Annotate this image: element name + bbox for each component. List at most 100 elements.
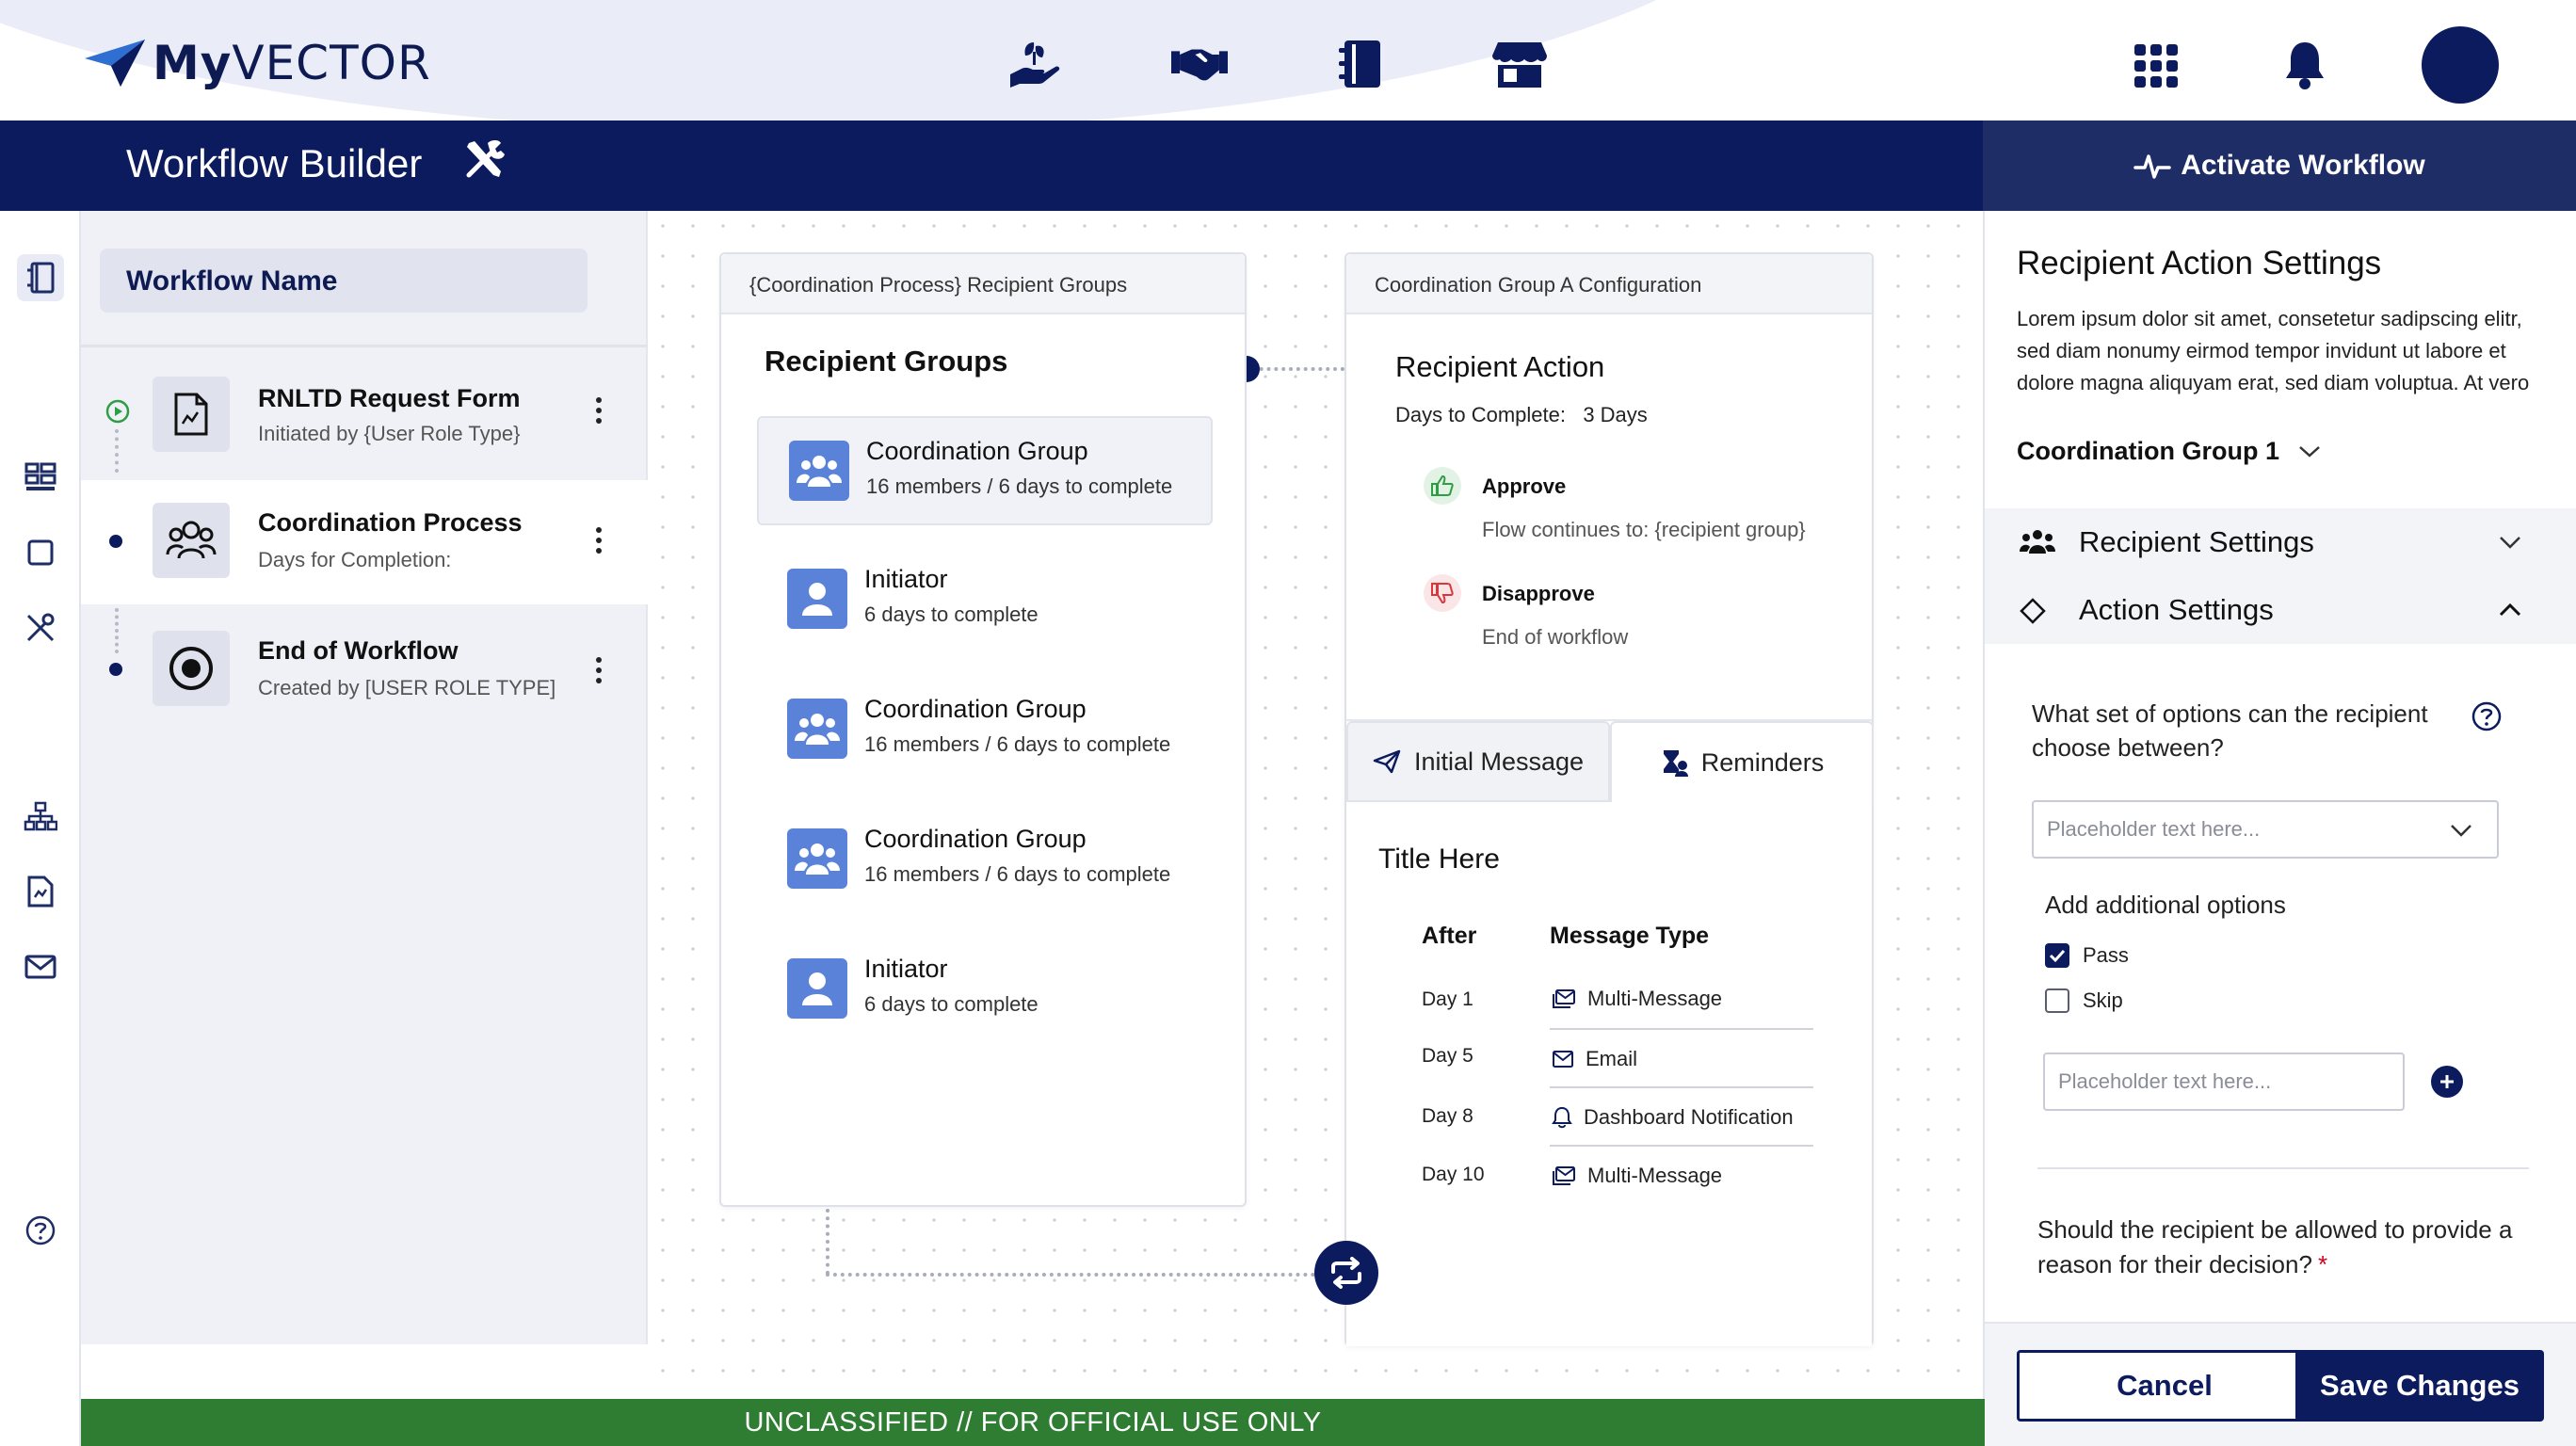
workflow-step-coordination-process[interactable]: Coordination Process Days for Completion… bbox=[81, 480, 648, 604]
input-placeholder: Placeholder text here... bbox=[2058, 1069, 2272, 1093]
accordion-action-settings[interactable]: Action Settings bbox=[1985, 576, 2576, 644]
connector-line bbox=[826, 1273, 1315, 1277]
column-header-after: After bbox=[1422, 923, 1477, 949]
group-icon bbox=[789, 441, 849, 501]
rail-frame-icon[interactable] bbox=[17, 529, 64, 576]
save-changes-button[interactable]: Save Changes bbox=[2295, 1350, 2544, 1422]
disapprove-subtitle: End of workflow bbox=[1482, 625, 1629, 649]
tab-initial-message[interactable]: Initial Message bbox=[1346, 721, 1610, 802]
rail-help-icon[interactable] bbox=[17, 1207, 64, 1254]
reminder-type: Dashboard Notification bbox=[1584, 1105, 1794, 1129]
cancel-button[interactable]: Cancel bbox=[2017, 1350, 2312, 1422]
recipient-group-item[interactable]: Initiator 6 days to complete bbox=[757, 936, 1213, 1045]
rail-document-icon[interactable] bbox=[17, 868, 64, 915]
rail-book-icon[interactable] bbox=[17, 254, 64, 301]
rail-mail-icon[interactable] bbox=[17, 943, 64, 990]
days-value: 3 Days bbox=[1583, 403, 1648, 426]
accordion-recipient-settings[interactable]: Recipient Settings bbox=[1985, 508, 2576, 576]
step-title: End of Workflow bbox=[258, 636, 459, 665]
reminder-day: Day 10 bbox=[1422, 1164, 1485, 1185]
play-circle-icon bbox=[105, 399, 130, 424]
row-divider bbox=[1550, 1086, 1813, 1088]
reminder-type: Email bbox=[1586, 1047, 1638, 1070]
group-icon bbox=[2020, 530, 2055, 554]
book-icon[interactable] bbox=[1331, 36, 1388, 92]
divider bbox=[81, 345, 648, 347]
reason-question: Should the recipient be allowed to provi… bbox=[2037, 1215, 2513, 1278]
add-option-button[interactable] bbox=[2431, 1066, 2463, 1098]
checkbox-label: Skip bbox=[2083, 988, 2123, 1012]
reminder-row[interactable]: Multi-Message bbox=[1552, 1164, 1722, 1188]
bell-icon[interactable] bbox=[2277, 36, 2333, 92]
group-subtitle: 16 members / 6 days to complete bbox=[866, 474, 1173, 498]
checkbox-skip[interactable] bbox=[2045, 988, 2069, 1013]
new-option-input[interactable]: Placeholder text here... bbox=[2043, 1052, 2405, 1111]
workflow-step-end-of-workflow[interactable]: End of Workflow Created by [USER ROLE TY… bbox=[81, 608, 648, 732]
more-vertical-icon[interactable] bbox=[589, 522, 608, 559]
recipient-groups-title: Recipient Groups bbox=[765, 345, 1008, 378]
row-divider bbox=[1550, 1028, 1813, 1030]
checkmark-icon bbox=[2049, 949, 2066, 963]
reminder-row[interactable]: Email bbox=[1552, 1047, 1637, 1071]
recipient-group-item[interactable]: Coordination Group 16 members / 6 days t… bbox=[757, 416, 1213, 525]
paper-plane-logo-icon bbox=[85, 40, 145, 87]
workflow-step-rnltd-request-form[interactable]: RNLTD Request Form Initiated by {User Ro… bbox=[81, 350, 648, 474]
send-icon bbox=[1373, 749, 1401, 774]
reminder-day: Day 1 bbox=[1422, 988, 1473, 1010]
checkbox-pass[interactable] bbox=[2045, 943, 2069, 968]
days-to-complete: Days to Complete: 3 Days bbox=[1395, 403, 1648, 426]
step-connector bbox=[115, 608, 119, 653]
group-subtitle: 6 days to complete bbox=[864, 602, 1038, 626]
tab-reminders[interactable]: Reminders bbox=[1610, 721, 1874, 802]
recipient-action-title: Recipient Action bbox=[1395, 350, 1605, 383]
accordion-label: Action Settings bbox=[2079, 593, 2274, 626]
rail-dashboard-icon[interactable] bbox=[17, 454, 64, 501]
myvector-logo[interactable]: MyVECTOR bbox=[83, 36, 431, 90]
configuration-card: Coordination Group A Configuration Recip… bbox=[1344, 252, 1874, 1346]
repeat-loop-button[interactable] bbox=[1314, 1241, 1378, 1305]
reminder-type: Multi-Message bbox=[1587, 1164, 1723, 1187]
person-icon bbox=[787, 569, 847, 629]
checkbox-label: Pass bbox=[2083, 943, 2129, 967]
thumbs-down-icon bbox=[1424, 574, 1461, 612]
activate-workflow-button[interactable]: Activate Workflow bbox=[1983, 120, 2576, 211]
group-name: Coordination Group bbox=[864, 695, 1087, 723]
avatar[interactable] bbox=[2422, 26, 2499, 104]
multi-mail-icon bbox=[1553, 989, 1575, 1008]
workflow-name-field[interactable]: Workflow Name bbox=[100, 249, 588, 313]
handshake-icon[interactable] bbox=[1171, 36, 1228, 92]
recipient-group-item[interactable]: Coordination Group 16 members / 6 days t… bbox=[757, 676, 1213, 785]
rail-org-chart-icon[interactable] bbox=[17, 793, 64, 840]
recipient-group-item[interactable]: Coordination Group 16 members / 6 days t… bbox=[757, 806, 1213, 915]
chevron-down-icon bbox=[2299, 445, 2320, 458]
connector-line bbox=[826, 1209, 829, 1275]
dropdown-placeholder: Placeholder text here... bbox=[2047, 817, 2261, 841]
settings-description: Lorem ipsum dolor sit amet, consetetur s… bbox=[2017, 307, 2530, 394]
help-icon[interactable] bbox=[2471, 700, 2503, 732]
classification-banner: UNCLASSIFIED // FOR OFFICIAL USE ONLY bbox=[81, 1399, 1985, 1446]
row-divider bbox=[1550, 1145, 1813, 1147]
reminder-row[interactable]: Multi-Message bbox=[1552, 987, 1722, 1011]
chevron-down-icon bbox=[2451, 825, 2471, 837]
recipient-group-item[interactable]: Initiator 6 days to complete bbox=[757, 546, 1213, 655]
group-icon bbox=[787, 699, 847, 759]
reminder-row[interactable]: Dashboard Notification bbox=[1552, 1105, 1794, 1130]
store-icon[interactable] bbox=[1491, 36, 1548, 92]
page-title: Workflow Builder bbox=[126, 141, 423, 185]
more-vertical-icon[interactable] bbox=[589, 392, 608, 429]
rail-tools-icon[interactable] bbox=[17, 604, 64, 651]
column-header-message-type: Message Type bbox=[1550, 923, 1710, 949]
apps-grid-icon[interactable] bbox=[2128, 38, 2184, 94]
group-subtitle: 16 members / 6 days to complete bbox=[864, 732, 1171, 756]
step-connector bbox=[115, 429, 119, 473]
group-selector[interactable]: Coordination Group 1 bbox=[2017, 437, 2321, 466]
group-icon bbox=[153, 503, 230, 578]
approve-title: Approve bbox=[1482, 474, 1567, 498]
options-dropdown[interactable]: Placeholder text here... bbox=[2032, 800, 2499, 859]
hand-plant-icon[interactable] bbox=[1006, 36, 1062, 92]
divider bbox=[2037, 1167, 2529, 1169]
group-name: Coordination Group bbox=[864, 825, 1087, 853]
step-subtitle: Initiated by {User Role Type} bbox=[258, 422, 521, 445]
reminder-day: Day 5 bbox=[1422, 1045, 1473, 1067]
more-vertical-icon[interactable] bbox=[589, 651, 608, 689]
